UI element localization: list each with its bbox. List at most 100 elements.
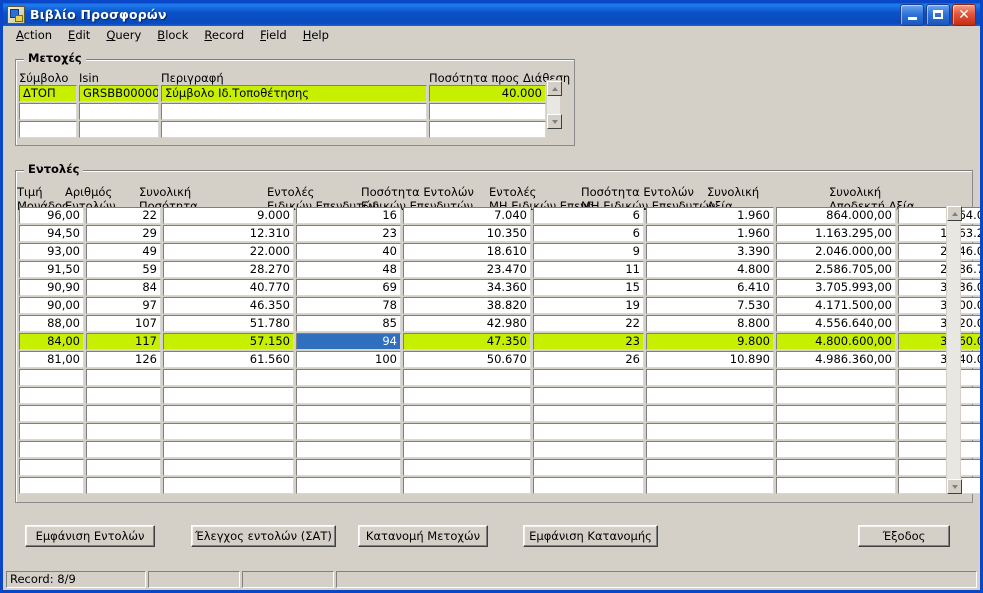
orders-cell[interactable]: [776, 405, 896, 422]
orders-cell[interactable]: [533, 387, 644, 404]
menu-item-field[interactable]: Field: [252, 28, 295, 44]
orders-cell[interactable]: 3.390: [646, 243, 774, 260]
orders-cell[interactable]: [898, 441, 980, 458]
orders-cell[interactable]: 84: [86, 279, 161, 296]
orders-cell[interactable]: [86, 441, 161, 458]
orders-cell[interactable]: [898, 423, 980, 440]
orders-cell[interactable]: 19: [533, 297, 644, 314]
orders-cell[interactable]: [296, 405, 401, 422]
orders-cell[interactable]: 94: [296, 333, 401, 350]
stocks-cell-symbol[interactable]: [19, 103, 77, 120]
orders-cell[interactable]: 3.360.000,00: [898, 333, 980, 350]
orders-cell[interactable]: 69: [296, 279, 401, 296]
orders-cell[interactable]: [86, 477, 161, 494]
orders-cell[interactable]: 90,00: [19, 297, 84, 314]
orders-cell[interactable]: [19, 441, 84, 458]
orders-cell[interactable]: 12.310: [163, 225, 294, 242]
orders-cell[interactable]: 48: [296, 261, 401, 278]
orders-cell[interactable]: [296, 423, 401, 440]
orders-scrollbar[interactable]: [946, 205, 962, 495]
stocks-cell-quantity[interactable]: [429, 103, 546, 120]
orders-cell[interactable]: [403, 423, 531, 440]
orders-cell[interactable]: 23: [296, 225, 401, 242]
orders-cell[interactable]: [533, 369, 644, 386]
orders-cell[interactable]: 126: [86, 351, 161, 368]
orders-cell[interactable]: 2.586.705,00: [776, 261, 896, 278]
orders-cell[interactable]: [403, 369, 531, 386]
orders-cell[interactable]: 50.670: [403, 351, 531, 368]
orders-cell[interactable]: [898, 387, 980, 404]
stocks-cell-description[interactable]: [161, 103, 427, 120]
orders-cell[interactable]: [898, 369, 980, 386]
orders-cell[interactable]: [403, 405, 531, 422]
orders-cell[interactable]: 88,00: [19, 315, 84, 332]
orders-cell[interactable]: 57.150: [163, 333, 294, 350]
orders-cell[interactable]: 34.360: [403, 279, 531, 296]
orders-cell[interactable]: 22.000: [163, 243, 294, 260]
stocks-cell-isin[interactable]: [79, 103, 159, 120]
orders-cell[interactable]: [296, 459, 401, 476]
menu-item-help[interactable]: Help: [295, 28, 337, 44]
menu-item-action[interactable]: Action: [8, 28, 60, 44]
stocks-scroll-down-button[interactable]: [547, 114, 562, 129]
orders-cell[interactable]: [163, 459, 294, 476]
orders-cell[interactable]: 84,00: [19, 333, 84, 350]
orders-cell[interactable]: 107: [86, 315, 161, 332]
menu-item-edit[interactable]: Edit: [60, 28, 98, 44]
orders-cell[interactable]: 42.980: [403, 315, 531, 332]
orders-cell[interactable]: 6.410: [646, 279, 774, 296]
orders-cell[interactable]: [403, 477, 531, 494]
orders-cell[interactable]: [646, 387, 774, 404]
maximize-button[interactable]: [926, 3, 950, 26]
orders-cell[interactable]: [646, 459, 774, 476]
stocks-cell-isin[interactable]: [79, 121, 159, 138]
orders-cell[interactable]: [403, 387, 531, 404]
orders-cell[interactable]: 40.770: [163, 279, 294, 296]
orders-cell[interactable]: [533, 441, 644, 458]
orders-cell[interactable]: 9.000: [163, 207, 294, 224]
menu-item-record[interactable]: Record: [196, 28, 252, 44]
menu-item-query[interactable]: Query: [98, 28, 149, 44]
orders-cell[interactable]: [776, 441, 896, 458]
orders-cell[interactable]: 81,00: [19, 351, 84, 368]
orders-cell[interactable]: 7.530: [646, 297, 774, 314]
orders-cell[interactable]: [533, 459, 644, 476]
orders-cell[interactable]: [86, 387, 161, 404]
orders-cell[interactable]: 8.800: [646, 315, 774, 332]
orders-cell[interactable]: [86, 423, 161, 440]
orders-cell[interactable]: [86, 369, 161, 386]
stocks-cell-quantity[interactable]: [429, 121, 546, 138]
orders-cell[interactable]: 3.240.000,00: [898, 351, 980, 368]
orders-cell[interactable]: [646, 477, 774, 494]
orders-cell[interactable]: 1.960: [646, 225, 774, 242]
orders-cell[interactable]: 26: [533, 351, 644, 368]
orders-cell[interactable]: 28.270: [163, 261, 294, 278]
orders-cell[interactable]: 3.705.993,00: [776, 279, 896, 296]
orders-cell[interactable]: 6: [533, 207, 644, 224]
orders-cell[interactable]: [86, 405, 161, 422]
orders-cell[interactable]: [19, 477, 84, 494]
orders-cell[interactable]: [296, 477, 401, 494]
orders-cell[interactable]: 6: [533, 225, 644, 242]
orders-cell[interactable]: 100: [296, 351, 401, 368]
orders-cell[interactable]: [403, 441, 531, 458]
orders-cell[interactable]: [403, 459, 531, 476]
orders-cell[interactable]: 3.636.000,00: [898, 279, 980, 296]
orders-cell[interactable]: 23: [533, 333, 644, 350]
orders-cell[interactable]: [646, 441, 774, 458]
orders-cell[interactable]: [296, 441, 401, 458]
orders-cell[interactable]: [776, 459, 896, 476]
orders-scroll-down-button[interactable]: [947, 479, 962, 494]
orders-cell[interactable]: 93,00: [19, 243, 84, 260]
orders-cell[interactable]: [296, 387, 401, 404]
orders-cell[interactable]: 23.470: [403, 261, 531, 278]
orders-cell[interactable]: 7.040: [403, 207, 531, 224]
orders-cell[interactable]: 1.960: [646, 207, 774, 224]
orders-scrollbar-track[interactable]: [947, 221, 960, 479]
orders-cell[interactable]: [163, 387, 294, 404]
orders-cell[interactable]: [533, 477, 644, 494]
orders-cell[interactable]: [163, 405, 294, 422]
orders-cell[interactable]: [646, 369, 774, 386]
orders-cell[interactable]: 9.800: [646, 333, 774, 350]
orders-cell[interactable]: 864.000,00: [776, 207, 896, 224]
